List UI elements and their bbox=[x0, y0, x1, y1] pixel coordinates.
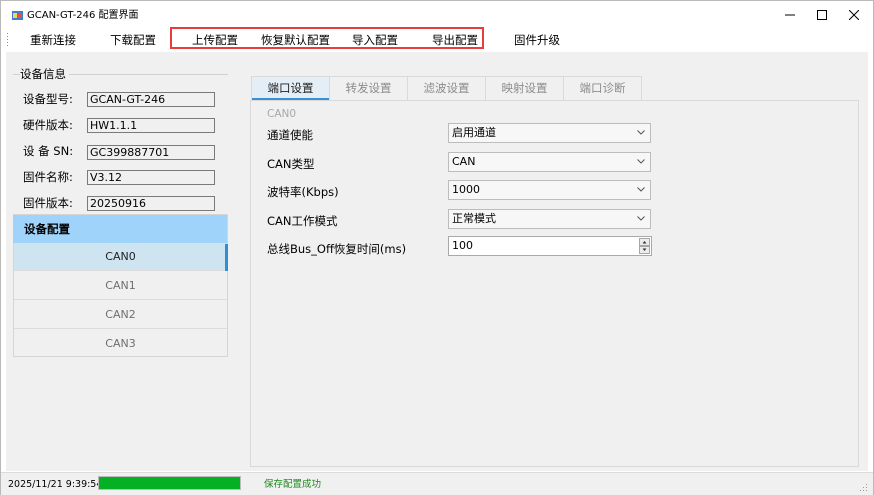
can-mode-select[interactable]: 正常模式 bbox=[448, 209, 651, 229]
selection-indicator bbox=[225, 244, 228, 271]
maximize-button[interactable] bbox=[807, 4, 837, 26]
firmware-version-field: 20250916 bbox=[87, 196, 215, 211]
section-caption: CAN0 bbox=[267, 108, 297, 120]
busoff-recovery-input[interactable]: 100 bbox=[448, 236, 652, 256]
arrow-down-icon bbox=[642, 248, 647, 251]
close-button[interactable] bbox=[839, 4, 869, 26]
status-time: 2025/11/21 9:39:54 bbox=[8, 479, 103, 490]
chevron-down-icon bbox=[637, 130, 645, 135]
hardware-version-label: 硬件版本: bbox=[23, 118, 73, 132]
serial-number-label: 设 备 SN: bbox=[23, 144, 74, 158]
busoff-recovery-label: 总线Bus_Off恢复时间(ms) bbox=[267, 242, 407, 256]
arrow-up-icon bbox=[642, 241, 647, 244]
spin-up-button[interactable] bbox=[639, 238, 650, 246]
device-info-title: 设备信息 bbox=[20, 67, 69, 81]
serial-number-field: GC399887701 bbox=[87, 145, 215, 160]
channel-enable-value: 启用通道 bbox=[452, 126, 496, 139]
chevron-down-icon bbox=[637, 187, 645, 192]
status-message: 保存配置成功 bbox=[264, 479, 322, 490]
minimize-icon bbox=[785, 14, 795, 16]
can-type-value: CAN bbox=[452, 155, 476, 168]
tab-forward-settings[interactable]: 转发设置 bbox=[329, 76, 408, 100]
tab-filter-settings[interactable]: 滤波设置 bbox=[407, 76, 486, 100]
menu-download-config[interactable]: 下载配置 bbox=[110, 33, 156, 47]
app-window: GCAN-GT-246 配置界面 重新连接 下载配置 上传配置 恢复默认配置 导… bbox=[0, 0, 874, 495]
tab-port-settings[interactable]: 端口设置 bbox=[251, 76, 330, 100]
sidebar-item-can0[interactable]: CAN0 bbox=[14, 243, 227, 271]
firmware-version-label: 固件版本: bbox=[23, 196, 73, 210]
baud-rate-select[interactable]: 1000 bbox=[448, 180, 651, 200]
can-type-label: CAN类型 bbox=[267, 157, 315, 171]
tab-port-diagnostics[interactable]: 端口诊断 bbox=[563, 76, 642, 100]
channel-enable-select[interactable]: 启用通道 bbox=[448, 123, 651, 143]
menu-grip-icon bbox=[7, 33, 8, 46]
progress-bar bbox=[98, 476, 241, 490]
can-type-select[interactable]: CAN bbox=[448, 152, 651, 172]
baud-rate-value: 1000 bbox=[452, 183, 480, 196]
app-icon bbox=[12, 11, 23, 20]
minimize-button[interactable] bbox=[775, 4, 805, 26]
sidebar-item-can3[interactable]: CAN3 bbox=[14, 330, 227, 358]
busoff-recovery-value: 100 bbox=[452, 239, 473, 252]
menu-firmware-upgrade[interactable]: 固件升级 bbox=[514, 33, 560, 47]
progress-fill bbox=[99, 477, 240, 489]
spin-buttons bbox=[639, 238, 650, 254]
firmware-name-field: V3.12 bbox=[87, 170, 215, 185]
resize-grip-icon[interactable] bbox=[858, 482, 868, 492]
tab-mapping-settings[interactable]: 映射设置 bbox=[485, 76, 564, 100]
hardware-version-field: HW1.1.1 bbox=[87, 118, 215, 133]
title-bar: GCAN-GT-246 配置界面 bbox=[1, 1, 873, 27]
highlight-box bbox=[170, 27, 484, 49]
menu-reconnect[interactable]: 重新连接 bbox=[30, 33, 76, 47]
channel-enable-label: 通道使能 bbox=[267, 128, 313, 142]
baud-rate-label: 波特率(Kbps) bbox=[267, 185, 339, 199]
sidebar-item-can2[interactable]: CAN2 bbox=[14, 301, 227, 329]
chevron-down-icon bbox=[637, 159, 645, 164]
device-config-header-label: 设备配置 bbox=[24, 222, 70, 236]
can-mode-value: 正常模式 bbox=[452, 212, 496, 225]
can-mode-label: CAN工作模式 bbox=[267, 214, 338, 228]
close-icon bbox=[849, 10, 859, 20]
model-field: GCAN-GT-246 bbox=[87, 92, 215, 107]
chevron-down-icon bbox=[637, 216, 645, 221]
active-tab-indicator bbox=[252, 98, 329, 100]
model-label: 设备型号: bbox=[23, 92, 73, 106]
spin-down-button[interactable] bbox=[639, 246, 650, 254]
window-title: GCAN-GT-246 配置界面 bbox=[27, 10, 139, 21]
maximize-icon bbox=[817, 10, 827, 20]
firmware-name-label: 固件名称: bbox=[23, 170, 73, 184]
sidebar-item-can1[interactable]: CAN1 bbox=[14, 272, 227, 300]
